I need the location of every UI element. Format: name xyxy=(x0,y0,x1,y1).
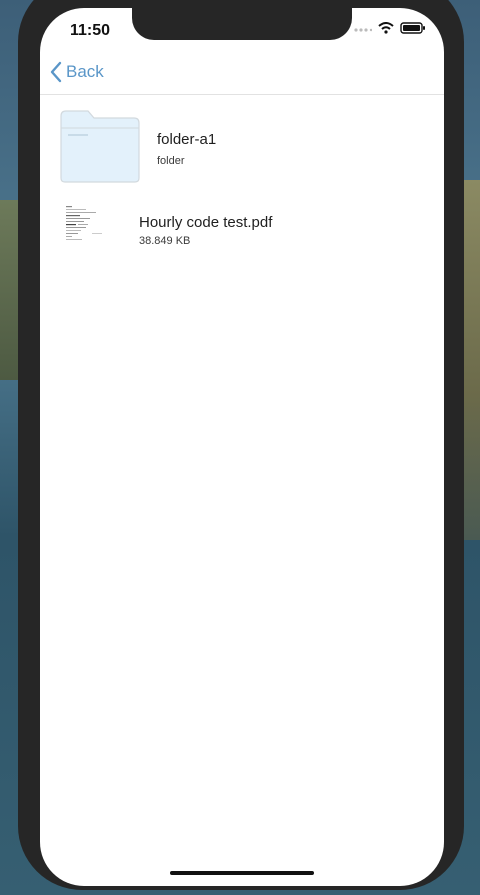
pdf-page-preview xyxy=(66,206,102,240)
notch xyxy=(132,8,352,40)
cellular-signal-icon xyxy=(354,28,372,32)
item-detail: folder xyxy=(157,155,185,167)
chevron-left-icon xyxy=(50,61,62,83)
item-detail: 38.849 KB xyxy=(139,235,191,247)
device-screen: 11:50 Back folder-a1 folder Hourly code … xyxy=(40,8,444,886)
navigation-bar: Back xyxy=(40,52,444,95)
list-item-file[interactable]: Hourly code test.pdf 38.849 KB xyxy=(40,194,444,269)
file-list: folder-a1 folder Hourly code test.pdf 38… xyxy=(40,104,444,269)
pdf-thumbnail xyxy=(64,204,118,250)
status-icons xyxy=(354,22,426,34)
list-item-folder[interactable]: folder-a1 folder xyxy=(40,104,444,194)
battery-icon xyxy=(400,22,425,34)
home-indicator[interactable] xyxy=(170,871,314,875)
item-name: folder-a1 xyxy=(157,131,217,148)
folder-icon xyxy=(60,110,140,183)
status-time: 11:50 xyxy=(70,22,111,39)
item-name: Hourly code test.pdf xyxy=(139,214,273,231)
back-button[interactable]: Back xyxy=(50,60,104,84)
wifi-icon xyxy=(378,22,394,34)
status-bar: 11:50 xyxy=(40,8,444,52)
back-label: Back xyxy=(66,62,104,81)
